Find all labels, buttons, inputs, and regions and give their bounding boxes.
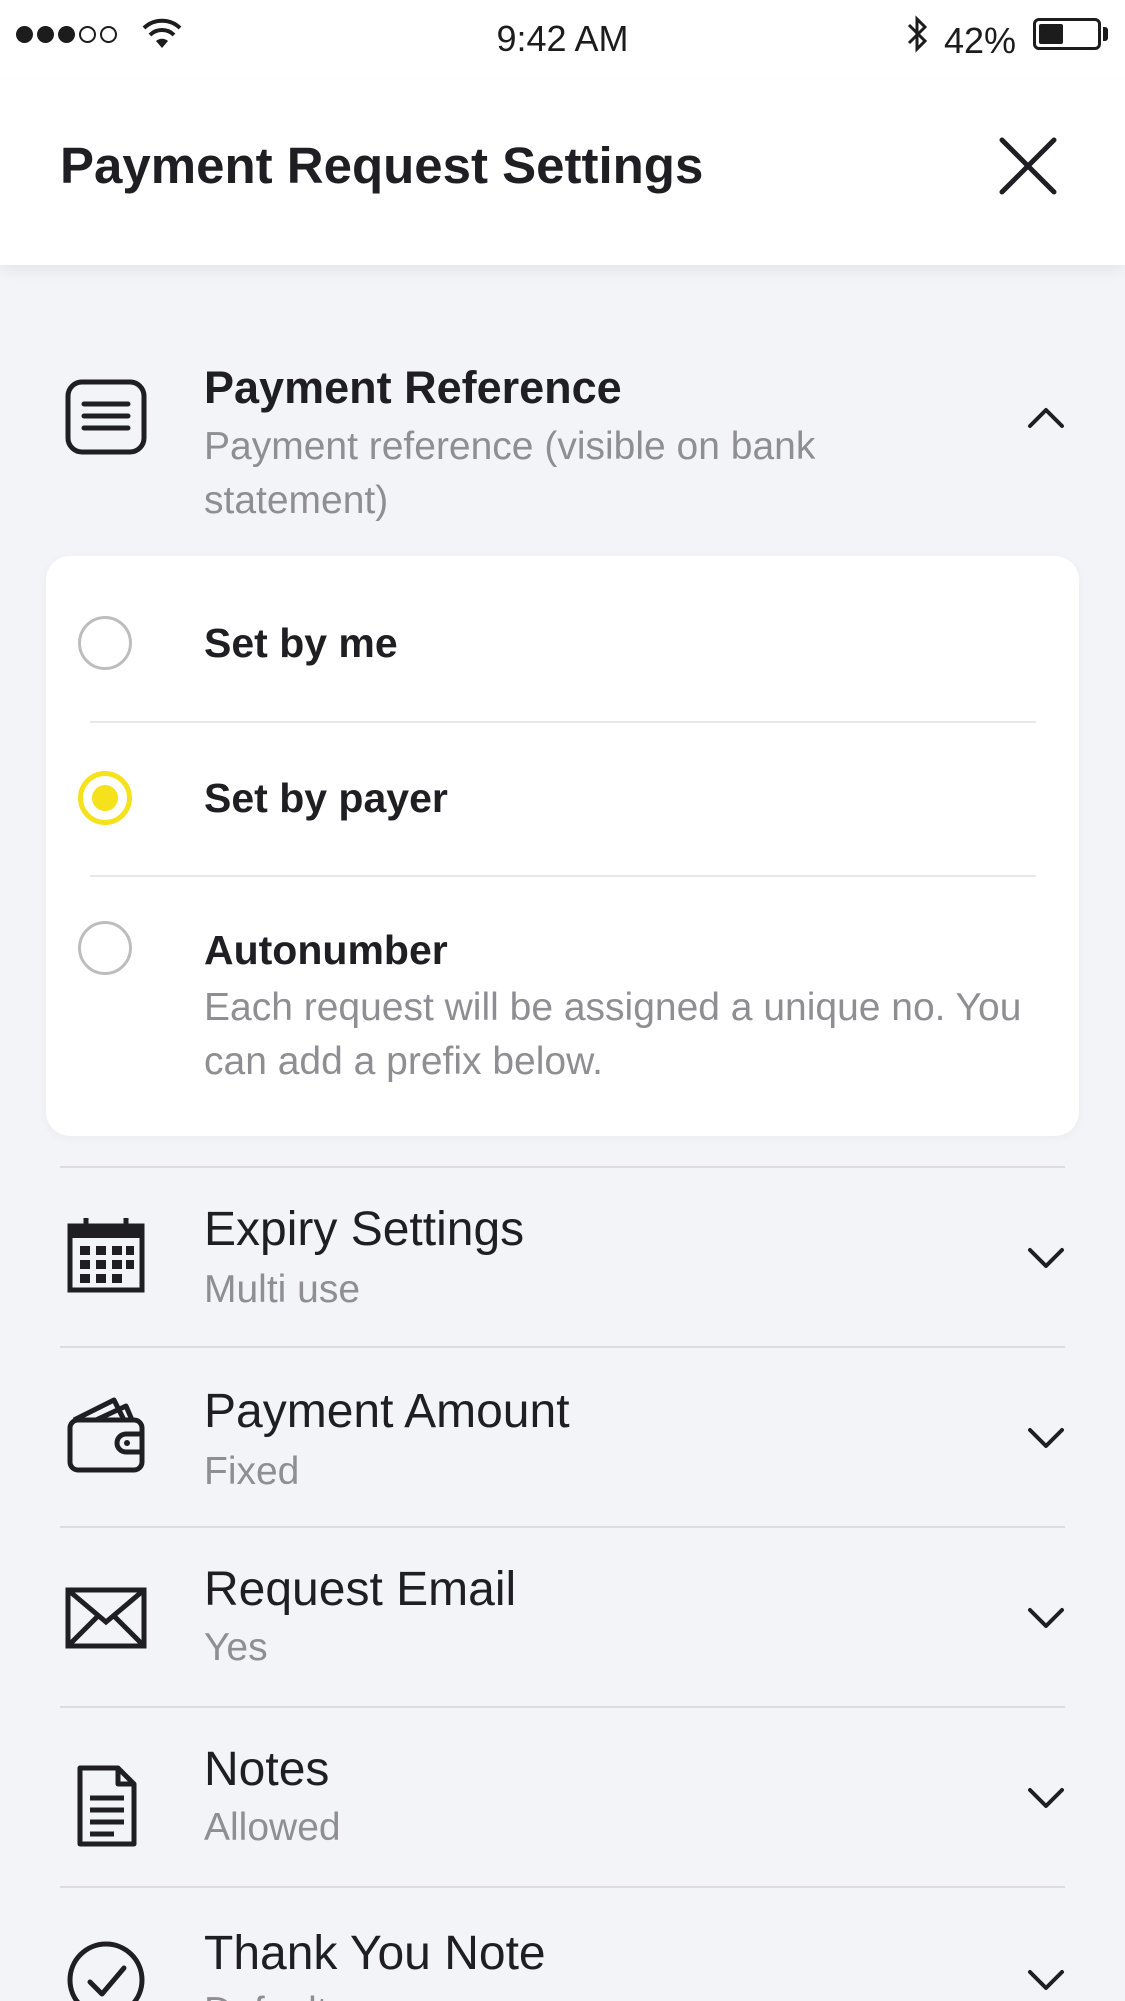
wallet-icon: [67, 1397, 145, 1473]
setting-value: Default: [204, 1990, 328, 2001]
chevron-down-icon[interactable]: [1024, 1958, 1068, 2001]
setting-value: Multi use: [204, 1268, 361, 1311]
setting-row-expiry[interactable]: Expiry Settings Multi use: [0, 1168, 1125, 1348]
header: Payment Request Settings: [0, 80, 1125, 265]
setting-value: Allowed: [204, 1806, 341, 1849]
envelope-icon: [65, 1587, 147, 1649]
option-label: Autonumber: [204, 927, 448, 973]
list-document-icon: [65, 379, 147, 455]
payment-reference-section[interactable]: Payment Reference Payment reference (vis…: [0, 340, 1125, 540]
payment-reference-title: Payment Reference: [204, 362, 622, 413]
chevron-down-icon[interactable]: [1024, 1416, 1068, 1460]
setting-row-payment-amount[interactable]: Payment Amount Fixed: [0, 1348, 1125, 1528]
status-bar: 9:42 AM 42%: [0, 0, 1125, 80]
radio-button[interactable]: [78, 616, 132, 670]
option-autonumber[interactable]: Autonumber Each request will be assigned…: [46, 877, 1079, 1132]
calendar-icon: [67, 1218, 145, 1293]
chevron-down-icon[interactable]: [1024, 1236, 1068, 1280]
setting-title: Expiry Settings: [204, 1203, 525, 1256]
setting-value: Fixed: [204, 1450, 300, 1493]
page-title: Payment Request Settings: [60, 137, 704, 194]
chevron-down-icon[interactable]: [1024, 1776, 1068, 1820]
close-icon[interactable]: [996, 134, 1060, 198]
chevron-up-icon[interactable]: [1024, 396, 1068, 440]
battery-percentage: 42%: [944, 20, 1017, 61]
bluetooth-icon: [907, 15, 928, 53]
radio-button[interactable]: [78, 771, 132, 825]
check-circle-icon: [67, 1941, 145, 2001]
option-set-by-payer[interactable]: Set by payer: [46, 723, 1079, 873]
option-label: Set by payer: [204, 775, 448, 821]
setting-title: Notes: [204, 1743, 330, 1796]
chevron-down-icon[interactable]: [1024, 1596, 1068, 1640]
battery-icon: [1033, 18, 1101, 50]
payment-reference-subtitle: Payment reference (visible on bank state…: [204, 425, 816, 522]
payment-reference-options: Set by me Set by payer Autonumber Each r…: [46, 556, 1079, 1136]
option-description: Each request will be assigned a unique n…: [204, 986, 1022, 1083]
setting-row-thank-you-note[interactable]: Thank You Note Default: [0, 1888, 1125, 2001]
note-icon: [77, 1765, 137, 1847]
setting-title: Payment Amount: [204, 1385, 570, 1438]
setting-title: Request Email: [204, 1563, 517, 1616]
setting-row-request-email[interactable]: Request Email Yes: [0, 1528, 1125, 1708]
setting-row-notes[interactable]: Notes Allowed: [0, 1708, 1125, 1888]
radio-button[interactable]: [78, 921, 132, 975]
setting-value: Yes: [204, 1626, 268, 1669]
setting-title: Thank You Note: [204, 1927, 546, 1980]
option-set-by-me[interactable]: Set by me: [46, 556, 1079, 721]
option-label: Set by me: [204, 620, 398, 666]
